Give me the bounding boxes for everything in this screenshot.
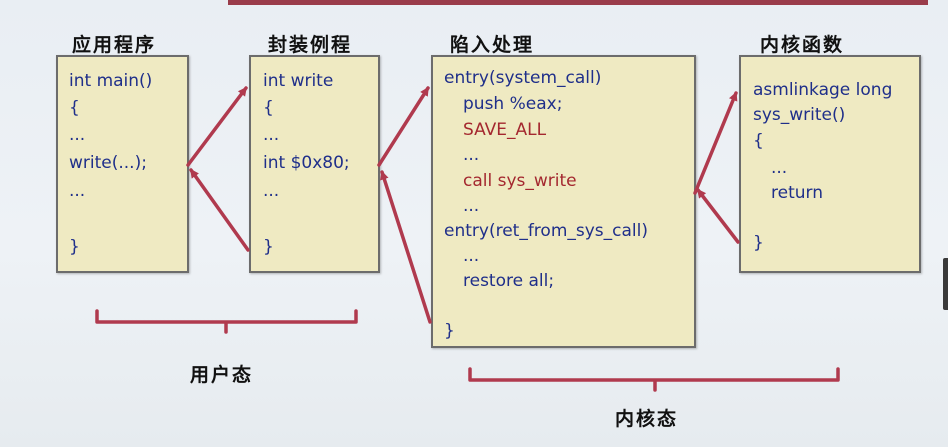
arrow-trap-to-wrapper [379, 170, 432, 324]
user-mode-brace [95, 309, 358, 334]
kernel-mode-brace [468, 367, 840, 392]
diagram-overlay [95, 86, 840, 392]
arrow-wrapper-to-app [189, 168, 250, 252]
arrow-kernel-to-trap [696, 188, 740, 244]
arrow-wrapper-to-trap [377, 86, 430, 167]
arrow-app-to-wrapper [186, 86, 248, 167]
arrow-trap-to-kernel [693, 91, 738, 195]
user-mode-label: 用户态 [190, 364, 254, 386]
kernel-mode-label: 内核态 [615, 408, 679, 430]
